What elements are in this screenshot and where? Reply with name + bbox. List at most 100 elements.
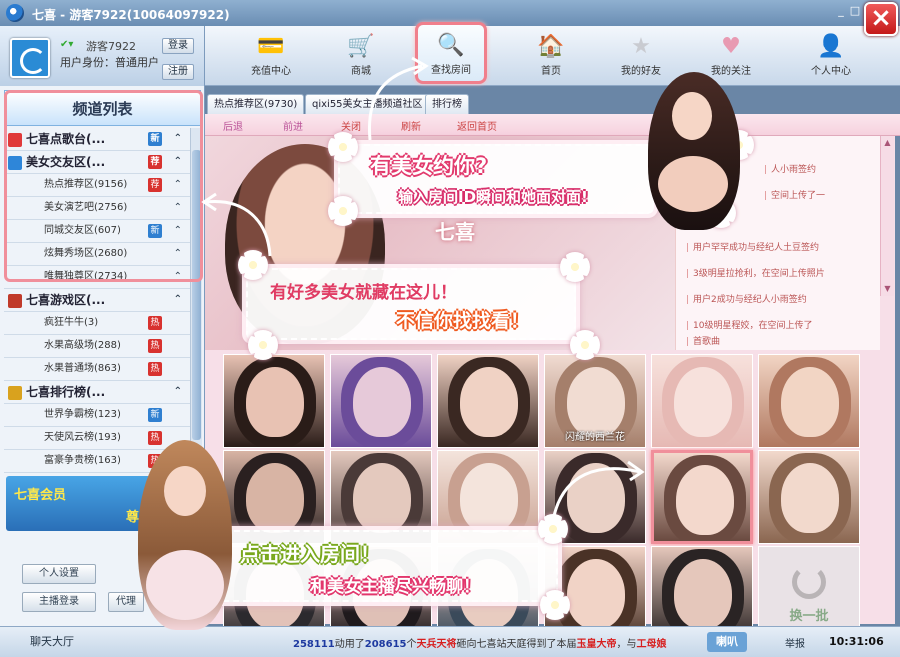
news-item[interactable]: 用户2成功与经纪人小雨签约	[686, 292, 807, 305]
channel-label: 炫舞秀场区(2680)	[44, 248, 128, 259]
hot-badge: 热	[148, 362, 162, 376]
chevron-up-icon[interactable]: ⌃	[174, 128, 182, 150]
personal-settings-button[interactable]: 个人设置	[22, 564, 96, 584]
chevron-up-icon[interactable]: ⌃	[174, 174, 182, 196]
agent-button[interactable]: 代理	[108, 592, 144, 612]
channel-group-icon	[8, 132, 22, 147]
nav-profile[interactable]: 👤 个人中心	[795, 26, 867, 86]
scroll-down-icon[interactable]: ▼	[883, 284, 892, 293]
room-thumbnail-face	[567, 367, 625, 437]
clock: 10:31:06	[829, 635, 884, 648]
channel-item[interactable]: 炫舞秀场区(2680) ⌃	[4, 243, 190, 266]
channel-item[interactable]: 疯狂牛牛(3) 热	[4, 312, 190, 335]
card-icon: 💳	[257, 34, 285, 59]
report-button[interactable]: 举报	[785, 635, 805, 650]
login-button[interactable]: 登录	[162, 38, 194, 54]
hot-badge: 荐	[148, 155, 162, 169]
channel-item[interactable]: 唯舞独尊区(2734) ⌃	[4, 266, 190, 289]
chevron-up-icon[interactable]: ⌃	[174, 220, 182, 242]
back-button[interactable]: 后退	[223, 118, 243, 133]
chevron-up-icon[interactable]: ⌃	[174, 151, 182, 173]
channel-group[interactable]: 七喜排行榜(... ⌃	[4, 381, 190, 404]
channel-group-icon	[8, 155, 22, 170]
tab-host-community[interactable]: qixi55美女主播频道社区	[305, 94, 430, 114]
room-card[interactable]	[330, 354, 432, 448]
search-icon: 🔍	[437, 33, 465, 58]
marquee-title-2: 工母娘	[636, 639, 667, 650]
channel-scrollbar[interactable]	[190, 128, 202, 488]
refresh-button[interactable]: 刷新	[401, 118, 421, 133]
hot-badge: 热	[148, 431, 162, 445]
room-card[interactable]	[437, 354, 539, 448]
room-card[interactable]: 闪耀的西兰花	[544, 354, 646, 448]
model-face	[672, 92, 712, 140]
channel-item[interactable]: 天使风云榜(193) 热	[4, 427, 190, 450]
heart-icon: ♥	[721, 34, 741, 59]
room-card[interactable]	[223, 354, 325, 448]
promo-enter-room: 点击进入房间！ 和美女主播尽兴畅聊！	[208, 530, 558, 602]
room-card[interactable]	[651, 354, 753, 448]
channel-group[interactable]: 七喜游戏区(... ⌃	[4, 289, 190, 312]
channel-item[interactable]: 同城交友区(607) 新 ⌃	[4, 220, 190, 243]
forward-button[interactable]: 前进	[283, 118, 303, 133]
home-icon: 🏠	[537, 34, 565, 59]
promo-2-subtitle: 不信你找找看！	[396, 310, 530, 332]
room-card[interactable]	[544, 450, 646, 544]
user-panel: ✔▾ 游客7922 用户身份：普通用户 登录 注册	[0, 26, 205, 86]
chevron-up-icon[interactable]: ⌃	[174, 289, 182, 311]
nav-find-room[interactable]: 🔍 查找房间	[415, 22, 487, 84]
chevron-up-icon[interactable]: ⌃	[174, 381, 182, 403]
user-identity: 用户身份：普通用户	[60, 56, 159, 69]
channel-label: 世界争霸榜(123)	[44, 409, 121, 420]
user-icon: 👤	[817, 34, 845, 59]
host-login-button[interactable]: 主播登录	[22, 592, 96, 612]
room-card[interactable]	[758, 450, 860, 544]
gift-marquee[interactable]: 258111动用了208615个天兵天将砸向七喜站天庭得到了本届玉皇大帝，与工母…	[293, 635, 667, 650]
room-card[interactable]	[651, 450, 753, 544]
chat-hall-label[interactable]: 聊天大厅	[0, 626, 205, 657]
avatar[interactable]	[10, 38, 50, 78]
nav-recharge[interactable]: 💳 充值中心	[235, 26, 307, 86]
channel-group[interactable]: 美女交友区(... 荐 ⌃	[4, 151, 190, 174]
news-item[interactable]: 空间上传了一	[764, 188, 825, 201]
room-thumbnail-face	[567, 463, 625, 533]
news-item[interactable]: 首歌曲	[686, 334, 720, 347]
channel-item[interactable]: 水果普通场(863) 热	[4, 358, 190, 381]
channel-label: 疯狂牛牛(3)	[44, 317, 99, 328]
news-item[interactable]: 3级明星拉抢利，在空间上传照片	[686, 266, 825, 279]
speaker-icon[interactable]: 喇叭	[707, 632, 747, 652]
chevron-up-icon[interactable]: ⌃	[174, 197, 182, 219]
channel-item[interactable]: 热点推荐区(9156) 荐 ⌃	[4, 174, 190, 197]
channel-label: 富豪争贵榜(163)	[44, 455, 121, 466]
maximize-button[interactable]: □	[849, 5, 861, 17]
channel-group[interactable]: 七喜点歌台(... 新 ⌃	[4, 128, 190, 151]
room-thumbnail-face	[781, 367, 839, 437]
tab-ranking[interactable]: 排行榜	[425, 94, 469, 114]
nav-shop[interactable]: 🛒 商城	[325, 26, 397, 86]
channel-item[interactable]: 水果高级场(288) 热	[4, 335, 190, 358]
close-page-button[interactable]: 关闭	[341, 118, 361, 133]
hot-badge: 热	[148, 339, 162, 353]
online-status-icon[interactable]: ✔▾	[60, 39, 73, 50]
tab-hot-recommend[interactable]: 热点推荐区(9730)	[207, 94, 305, 114]
news-scrollbar[interactable]: ▲ ▼	[880, 136, 894, 296]
chevron-up-icon[interactable]: ⌃	[174, 243, 182, 265]
home-page-button[interactable]: 返回首页	[457, 118, 497, 133]
hot-badge: 荐	[148, 178, 162, 192]
news-item[interactable]: 人小雨签约	[764, 162, 816, 175]
nav-friends[interactable]: ★ 我的好友	[605, 26, 677, 86]
news-item[interactable]: 用户罕罕成功与经纪人土豆签约	[686, 240, 819, 253]
promo-3-title: 点击进入房间！	[240, 542, 380, 566]
channel-item[interactable]: 世界争霸榜(123) 新	[4, 404, 190, 427]
news-item[interactable]: 10级明星程姣，在空间上传了	[686, 318, 812, 331]
close-button[interactable]: ×	[864, 2, 898, 36]
nav-home[interactable]: 🏠 首页	[515, 26, 587, 86]
room-card[interactable]	[758, 354, 860, 448]
scroll-up-icon[interactable]: ▲	[883, 138, 892, 147]
window-title: 七喜 - 游客7922(10064097922)	[32, 8, 230, 22]
channel-item[interactable]: 美女演艺吧(2756) ⌃	[4, 197, 190, 220]
minimize-button[interactable]: _	[835, 5, 847, 17]
chevron-up-icon[interactable]: ⌃	[174, 266, 182, 288]
scroll-thumb[interactable]	[192, 150, 201, 440]
register-button[interactable]: 注册	[162, 64, 194, 80]
